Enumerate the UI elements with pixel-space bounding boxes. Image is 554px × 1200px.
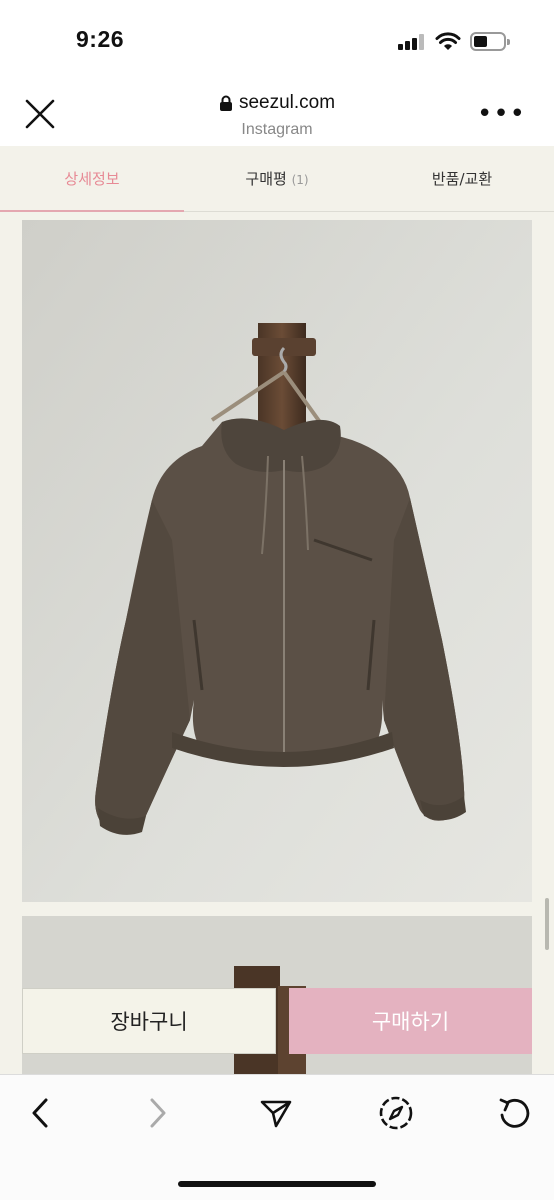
scrollbar[interactable] bbox=[545, 898, 549, 950]
tab-returns[interactable]: 반품/교환 bbox=[370, 146, 554, 212]
battery-icon bbox=[470, 32, 510, 51]
compass-icon bbox=[379, 1096, 413, 1130]
webpage: 상세정보 구매평 (1) 반품/교환 장바구니 구매하기 bbox=[0, 146, 554, 1074]
forward-icon bbox=[150, 1098, 166, 1128]
back-icon bbox=[32, 1098, 48, 1128]
browser-toolbar bbox=[0, 1074, 554, 1200]
tab-reviews-label: 구매평 bbox=[245, 170, 287, 188]
status-time: 9:26 bbox=[76, 26, 125, 52]
buy-now-button[interactable]: 구매하기 bbox=[289, 988, 532, 1054]
tab-reviews[interactable]: 구매평 (1) bbox=[184, 146, 370, 212]
tab-details[interactable]: 상세정보 bbox=[0, 146, 184, 212]
add-to-cart-button[interactable]: 장바구니 bbox=[22, 988, 276, 1054]
tab-details-label: 상세정보 bbox=[64, 170, 120, 188]
status-bar: 9:26 bbox=[0, 0, 554, 80]
url-domain: seezul.com bbox=[238, 92, 336, 113]
open-in-browser-button[interactable] bbox=[376, 1093, 416, 1133]
tab-returns-label: 반품/교환 bbox=[431, 170, 493, 188]
reload-button[interactable] bbox=[494, 1093, 534, 1133]
forward-button[interactable] bbox=[138, 1093, 178, 1133]
cellular-signal-icon bbox=[398, 34, 426, 50]
share-icon bbox=[260, 1100, 292, 1128]
back-button[interactable] bbox=[20, 1093, 60, 1133]
url-box[interactable]: seezul.com Instagram bbox=[0, 92, 554, 139]
browser-header: seezul.com Instagram ••• bbox=[0, 80, 554, 146]
lock-icon bbox=[219, 95, 232, 111]
more-icon[interactable]: ••• bbox=[477, 101, 526, 127]
share-button[interactable] bbox=[256, 1093, 296, 1133]
product-image bbox=[22, 220, 532, 902]
reload-icon bbox=[499, 1098, 530, 1128]
tab-reviews-count: (1) bbox=[291, 173, 309, 187]
url-source: Instagram bbox=[241, 120, 313, 138]
active-tab-indicator bbox=[0, 210, 184, 212]
wifi-icon bbox=[435, 32, 461, 50]
product-tabs: 상세정보 구매평 (1) 반품/교환 bbox=[0, 146, 554, 212]
home-indicator[interactable] bbox=[178, 1181, 376, 1187]
